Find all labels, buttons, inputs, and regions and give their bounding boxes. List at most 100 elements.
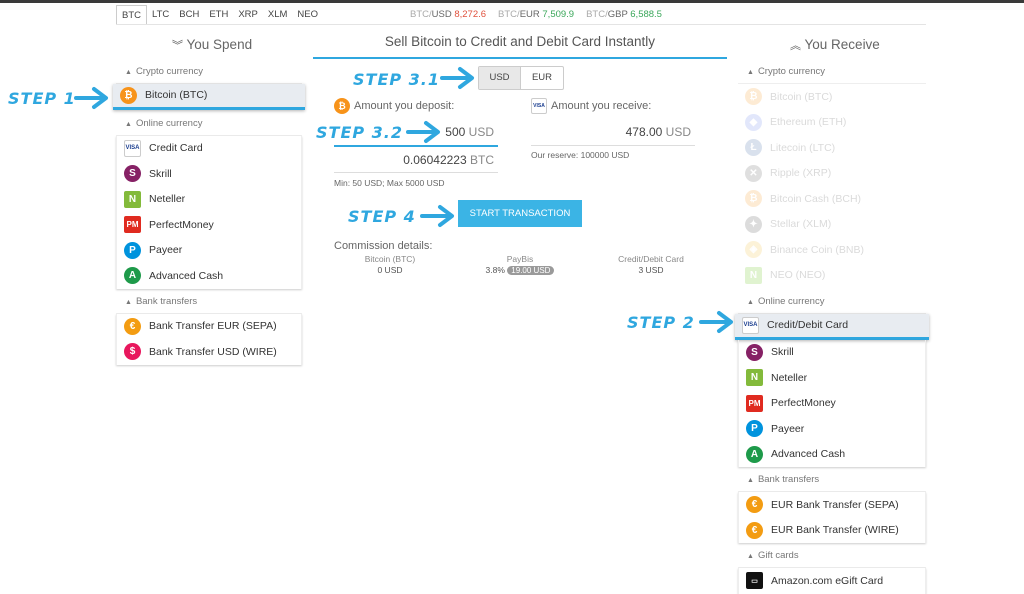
spend-item-bank-sepa[interactable]: € Bank Transfer EUR (SEPA) xyxy=(117,314,301,340)
commission-title: Commission details: xyxy=(334,240,433,252)
receive-online-head[interactable]: ▲ Online currency xyxy=(738,290,926,314)
spend-online-list: VISA Credit Card S Skrill N Neteller PM … xyxy=(116,135,302,289)
litecoin-icon: Ł xyxy=(745,139,762,157)
currency-eur-button[interactable]: EUR xyxy=(521,67,563,89)
reserve-text: Our reserve: 100000 USD xyxy=(531,150,630,160)
spend-item-advanced-cash[interactable]: A Advanced Cash xyxy=(117,263,301,289)
payeer-icon: P xyxy=(746,420,763,438)
coin-tab-eth[interactable]: ETH xyxy=(204,5,233,25)
receive-item-neo[interactable]: N NEO (NEO) xyxy=(738,263,926,289)
item-label: EUR Bank Transfer (WIRE) xyxy=(771,524,899,537)
rates-ticker: BTC/USD 8,272.6 BTC/EUR 7,509.9 BTC/GBP … xyxy=(410,9,662,20)
receive-item-skrill[interactable]: S Skrill xyxy=(739,340,925,366)
bitcoin-icon: ₿ xyxy=(745,88,762,106)
coin-bar-divider xyxy=(116,24,926,25)
dollar-icon: $ xyxy=(124,343,141,361)
receive-amount[interactable]: 478.00 USD xyxy=(531,125,691,139)
receive-crypto-head[interactable]: ▲ Crypto currency xyxy=(738,60,926,84)
coin-tab-bch[interactable]: BCH xyxy=(174,5,204,25)
receive-item-bank-wire[interactable]: € EUR Bank Transfer (WIRE) xyxy=(739,518,925,544)
receive-item-ethereum[interactable]: ◆ Ethereum (ETH) xyxy=(738,110,926,136)
coin-tabs: BTC LTC BCH ETH XRP XLM NEO xyxy=(116,5,323,25)
item-label: Payeer xyxy=(771,422,805,435)
btc-amount-input[interactable]: 0.06042223 BTC xyxy=(334,153,494,167)
receive-bank-head[interactable]: ▲ Bank transfers xyxy=(738,468,926,492)
spend-item-payeer[interactable]: P Payeer xyxy=(117,238,301,264)
item-label: Skrill xyxy=(149,167,172,180)
item-label: Litecoin (LTC) xyxy=(770,141,836,154)
receive-item-perfectmoney[interactable]: PM PerfectMoney xyxy=(739,391,925,417)
spend-bank-list: € Bank Transfer EUR (SEPA) $ Bank Transf… xyxy=(116,313,302,365)
limits-text: Min: 50 USD; Max 5000 USD xyxy=(334,178,445,188)
neteller-icon: N xyxy=(746,369,763,387)
advanced-cash-icon: A xyxy=(746,445,763,463)
receive-item-stellar[interactable]: ✦ Stellar (XLM) xyxy=(738,212,926,238)
item-label: Bitcoin (BTC) xyxy=(145,89,208,102)
receive-item-neteller[interactable]: N Neteller xyxy=(739,365,925,391)
spend-bank-head[interactable]: ▲ Bank transfers xyxy=(116,290,302,314)
item-label: Bitcoin Cash (BCH) xyxy=(770,192,862,205)
receive-item-litecoin[interactable]: Ł Litecoin (LTC) xyxy=(738,135,926,161)
receive-item-ripple[interactable]: ✕ Ripple (XRP) xyxy=(738,161,926,187)
commission-paybis: PayBis 3.8% 19.00 USD xyxy=(470,254,570,276)
receive-item-payeer[interactable]: P Payeer xyxy=(739,416,925,442)
item-label: Payeer xyxy=(149,244,183,257)
currency-toggle: USD EUR xyxy=(478,66,564,90)
item-label: Advanced Cash xyxy=(771,448,846,461)
receive-item-credit-debit-card[interactable]: VISA Credit/Debit Card xyxy=(735,314,929,340)
skrill-icon: S xyxy=(124,165,141,183)
item-label: PerfectMoney xyxy=(771,397,836,410)
spend-item-bitcoin[interactable]: ₿ Bitcoin (BTC) xyxy=(113,84,305,110)
page-title: Sell Bitcoin to Credit and Debit Card In… xyxy=(384,34,656,49)
item-label: Credit/Debit Card xyxy=(767,319,849,332)
coin-tab-xrp[interactable]: XRP xyxy=(233,5,263,25)
coin-tab-ltc[interactable]: LTC xyxy=(147,5,174,25)
spend-item-credit-card[interactable]: VISA Credit Card xyxy=(117,136,301,162)
receive-item-bank-sepa[interactable]: € EUR Bank Transfer (SEPA) xyxy=(739,492,925,518)
title-underline xyxy=(313,57,727,59)
spend-crypto-head[interactable]: ▲ Crypto currency xyxy=(116,60,302,84)
step-3-1-label: STEP 3.1 xyxy=(353,70,441,89)
spend-item-skrill[interactable]: S Skrill xyxy=(117,161,301,187)
coin-tab-xlm[interactable]: XLM xyxy=(263,5,293,25)
receive-label: VISA Amount you receive: xyxy=(531,98,651,114)
spend-item-neteller[interactable]: N Neteller xyxy=(117,187,301,213)
spend-panel: ▲ Crypto currency ₿ Bitcoin (BTC) ▲ Online… xyxy=(113,60,305,365)
perfectmoney-icon: PM xyxy=(124,216,141,234)
rate-btc-usd: BTC/USD 8,272.6 xyxy=(410,9,487,20)
gift-card-icon: ▭ xyxy=(746,572,763,590)
receive-item-amazon[interactable]: ▭ Amazon.com eGift Card xyxy=(739,568,925,594)
coin-tab-neo[interactable]: NEO xyxy=(292,5,323,25)
rate-btc-eur: BTC/EUR 7,509.9 xyxy=(498,9,575,20)
currency-usd-button[interactable]: USD xyxy=(479,67,521,89)
payeer-icon: P xyxy=(124,241,141,259)
stellar-icon: ✦ xyxy=(745,215,762,233)
receive-panel: ▲ Crypto currency ₿ Bitcoin (BTC) ◆ Ether… xyxy=(735,60,929,594)
commission-bitcoin: Bitcoin (BTC) 0 USD xyxy=(364,254,416,275)
item-label: PerfectMoney xyxy=(149,218,214,231)
perfectmoney-icon: PM xyxy=(746,394,763,412)
coin-tab-btc[interactable]: BTC xyxy=(116,5,147,25)
advanced-cash-icon: A xyxy=(124,267,141,285)
receive-item-bitcoin[interactable]: ₿ Bitcoin (BTC) xyxy=(738,84,926,110)
item-label: Amazon.com eGift Card xyxy=(771,574,884,587)
spend-item-bank-wire[interactable]: $ Bank Transfer USD (WIRE) xyxy=(117,339,301,365)
item-label: NEO (NEO) xyxy=(770,269,826,282)
euro-icon: € xyxy=(124,317,141,335)
item-label: Neteller xyxy=(771,371,808,384)
credit-card-icon: VISA xyxy=(742,316,759,334)
item-label: Ripple (XRP) xyxy=(770,167,832,180)
start-transaction-button[interactable]: START TRANSACTION xyxy=(458,200,582,227)
receive-gift-head[interactable]: ▲ Gift cards xyxy=(738,544,926,568)
receive-item-bitcoin-cash[interactable]: ₿ Bitcoin Cash (BCH) xyxy=(738,186,926,212)
receive-item-advanced-cash[interactable]: A Advanced Cash xyxy=(739,442,925,468)
receive-item-binance[interactable]: ◈ Binance Coin (BNB) xyxy=(738,237,926,263)
step-2-label: STEP 2 xyxy=(627,313,695,332)
spend-item-perfectmoney[interactable]: PM PerfectMoney xyxy=(117,212,301,238)
item-label: Stellar (XLM) xyxy=(770,218,832,231)
spend-title: ︾ You Spend xyxy=(172,37,253,52)
spend-online-head[interactable]: ▲ Online currency xyxy=(116,112,302,136)
euro-icon: € xyxy=(746,496,763,514)
btc-underline xyxy=(334,172,498,173)
item-label: Binance Coin (BNB) xyxy=(770,243,864,256)
